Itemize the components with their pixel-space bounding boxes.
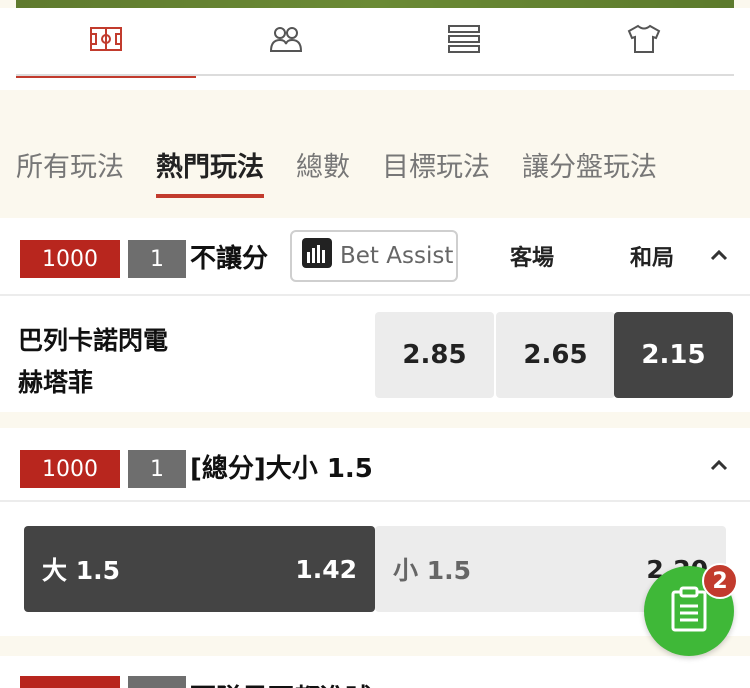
odds-button-away[interactable]: 2.65 xyxy=(496,312,615,398)
betslip-icon xyxy=(669,586,709,636)
market-card-btts: 兩隊是否都進球 xyxy=(0,656,750,688)
jersey-icon xyxy=(627,24,661,58)
top-nav xyxy=(0,8,750,90)
pitch-icon xyxy=(89,26,123,56)
over-odds: 1.42 xyxy=(295,554,357,584)
nav-tab-standings[interactable] xyxy=(374,8,554,74)
over-button[interactable]: 大 1.5 1.42 xyxy=(24,526,375,612)
market-title: [總分]大小 1.5 xyxy=(190,454,373,484)
tab-goal-markets[interactable]: 目標玩法 xyxy=(382,145,490,196)
bet-assist-label: Bet Assist xyxy=(340,243,454,269)
away-team-name: 赫塔菲 xyxy=(18,368,94,397)
bet-assist-button[interactable]: Bet Assist xyxy=(290,230,458,282)
market-title[interactable]: 兩隊是否都進球 xyxy=(190,678,372,688)
tab-handicap-markets[interactable]: 讓分盤玩法 xyxy=(522,145,657,196)
team-names: 巴列卡諾閃電 赫塔菲 xyxy=(18,320,168,404)
bet-amount-badge: 1000 xyxy=(20,240,120,278)
market-title: 不讓分 xyxy=(190,244,269,274)
market-header[interactable]: 1000 1 不讓分 Bet Assist 客場 和局 xyxy=(0,218,750,296)
bet-count-badge: 1 xyxy=(128,450,186,488)
bet-count-badge xyxy=(128,676,186,688)
standings-icon xyxy=(447,24,481,58)
match-row: 巴列卡諾閃電 赫塔菲 2.85 2.65 2.15 xyxy=(0,296,750,412)
bet-amount-badge: 1000 xyxy=(20,450,120,488)
tab-popular-markets[interactable]: 熱門玩法 xyxy=(156,145,264,198)
pitch-banner xyxy=(16,0,734,8)
market-tabs: 所有玩法 熱門玩法 總數 目標玩法 讓分盤玩法 xyxy=(16,145,657,198)
nav-tab-jersey[interactable] xyxy=(554,8,734,74)
nav-divider xyxy=(16,74,734,76)
under-label: 小 1.5 xyxy=(393,556,471,585)
nav-tab-pitch[interactable] xyxy=(16,8,196,78)
over-label: 大 1.5 xyxy=(42,556,120,585)
column-away: 客場 xyxy=(510,246,555,271)
betslip-count-badge: 2 xyxy=(702,563,738,599)
tab-all-markets[interactable]: 所有玩法 xyxy=(16,145,124,196)
market-header[interactable]: 1000 1 [總分]大小 1.5 xyxy=(0,428,750,502)
over-under-row: 大 1.5 1.42 小 1.5 2.20 xyxy=(0,502,750,636)
bet-count-badge: 1 xyxy=(128,240,186,278)
chevron-up-icon[interactable] xyxy=(710,456,728,475)
home-team-name: 巴列卡諾閃電 xyxy=(18,326,169,355)
tab-totals[interactable]: 總數 xyxy=(296,145,350,196)
bar-chart-icon xyxy=(302,238,332,274)
odds-button-home[interactable]: 2.85 xyxy=(375,312,494,398)
odds-button-draw[interactable]: 2.15 xyxy=(614,312,733,398)
nav-tab-lineup[interactable] xyxy=(196,8,376,74)
market-card-moneyline: 1000 1 不讓分 Bet Assist 客場 和局 巴列卡諾閃電 赫塔菲 2… xyxy=(0,218,750,412)
column-draw: 和局 xyxy=(630,246,675,271)
bet-amount-badge xyxy=(20,676,120,688)
market-card-total: 1000 1 [總分]大小 1.5 大 1.5 1.42 小 1.5 2.20 xyxy=(0,428,750,636)
chevron-up-icon[interactable] xyxy=(710,246,728,265)
lineup-icon xyxy=(269,25,303,57)
